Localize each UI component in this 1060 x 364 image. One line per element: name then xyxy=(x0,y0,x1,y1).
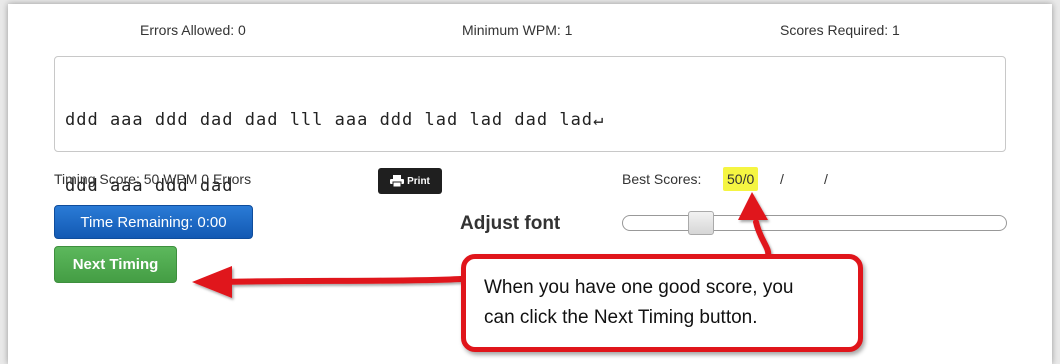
arrow-up-icon xyxy=(738,192,772,259)
arrow-left-icon xyxy=(192,266,464,298)
callout-box: When you have one good score, you can cl… xyxy=(461,254,863,352)
callout-line-1: When you have one good score, you xyxy=(484,277,794,298)
callout-line-2: can click the Next Timing button. xyxy=(484,307,758,328)
